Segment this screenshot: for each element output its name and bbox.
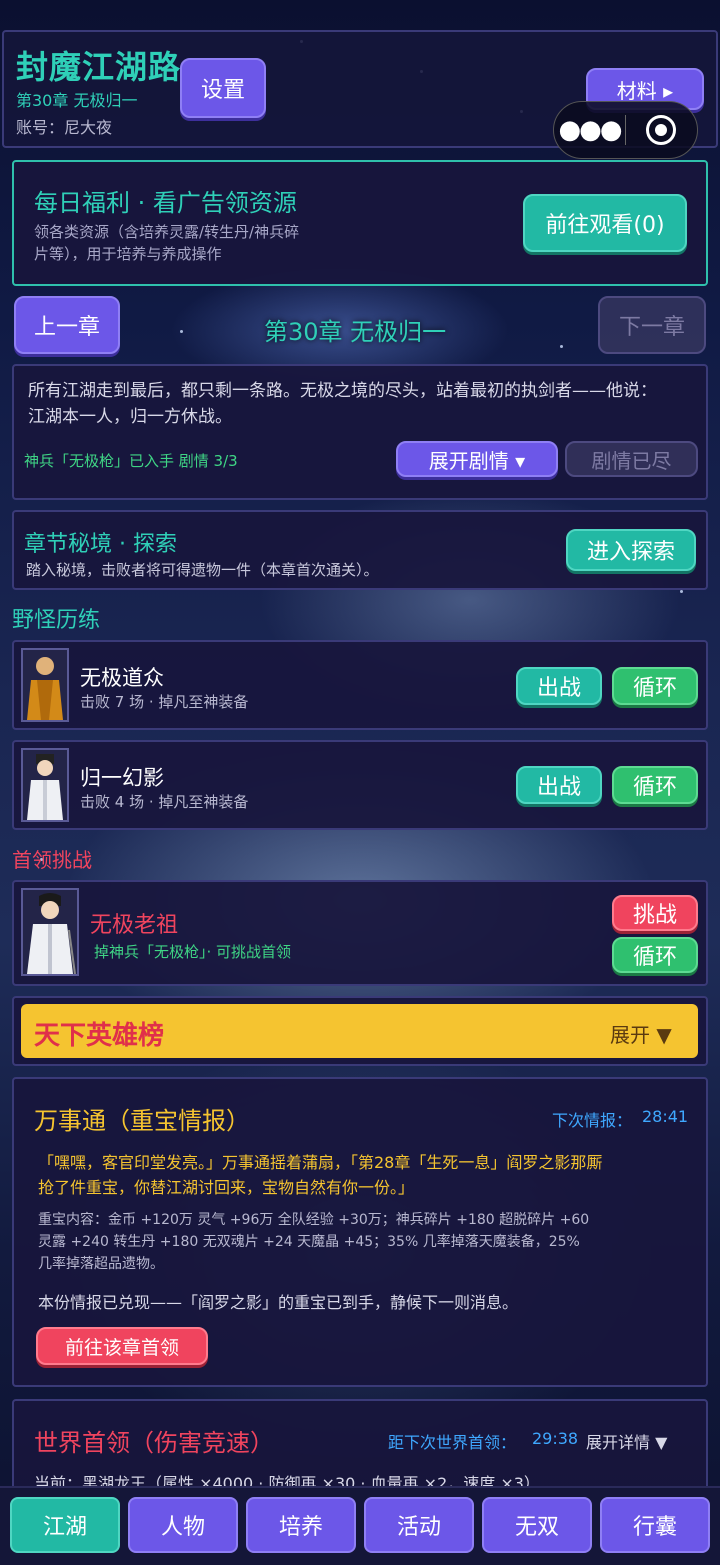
watch-ad-button[interactable]: 前往观看(0) bbox=[523, 194, 687, 252]
daily-desc-1: 领各类资源（含培养灵露/转生丹/神兵碎 bbox=[34, 223, 300, 241]
more-icon[interactable]: ●●● bbox=[554, 102, 625, 158]
intel-content-1: 重宝内容：金币 +120万 灵气 +96万 全队经验 +30万；神兵碎片 +18… bbox=[38, 1212, 590, 1228]
next-chapter-button[interactable]: 下一章 bbox=[598, 296, 706, 354]
secret-desc: 踏入秘境，击败者将可得遗物一件（本章首次通关）。 bbox=[26, 561, 379, 579]
close-target-icon[interactable] bbox=[626, 102, 697, 158]
story-text-2: 江湖本一人，归一方休战。 bbox=[28, 407, 232, 427]
intel-note: 本份情报已兑现——「阎罗之影」的重宝已到手，静候下一则消息。 bbox=[38, 1293, 519, 1312]
nav-tab-activity[interactable]: 活动 bbox=[364, 1497, 474, 1553]
chapter-subtitle: 第30章 无极归一 bbox=[16, 91, 138, 110]
star bbox=[180, 330, 183, 333]
monster-desc: 击败 4 场 · 掉凡至神装备 bbox=[80, 793, 249, 811]
daily-desc-2: 片等），用于培养与养成操作 bbox=[34, 245, 222, 263]
monster-desc: 击败 7 场 · 掉凡至神装备 bbox=[80, 693, 249, 711]
ranking-expand[interactable]: 展开 ▼ bbox=[610, 1019, 672, 1048]
challenge-button[interactable]: 挑战 bbox=[612, 895, 698, 931]
boss-loop-button[interactable]: 循环 bbox=[612, 937, 698, 973]
nav-tab-wushuang[interactable]: 无双 bbox=[482, 1497, 592, 1553]
monster-avatar bbox=[21, 648, 69, 722]
daily-title: 每日福利 · 看广告领资源 bbox=[34, 189, 297, 217]
prev-chapter-button[interactable]: 上一章 bbox=[14, 296, 120, 354]
ranking-title: 天下英雄榜 bbox=[34, 1021, 165, 1051]
world-boss-timer-label: 距下次世界首领： bbox=[388, 1433, 517, 1452]
explore-button[interactable]: 进入探索 bbox=[566, 529, 696, 571]
intel-content-2: 灵露 +240 转生丹 +180 无双魂片 +24 天魔晶 +45；35% 几率… bbox=[38, 1234, 580, 1250]
story-ended-button[interactable]: 剧情已尽 bbox=[565, 441, 698, 477]
story-status: 神兵「无极枪」已入手 剧情 3/3 bbox=[24, 452, 238, 470]
secret-title: 章节秘境 · 探索 bbox=[24, 532, 177, 557]
settings-button[interactable]: 设置 bbox=[180, 58, 266, 118]
monster-name: 无极道众 bbox=[80, 666, 164, 690]
boss-desc: 掉神兵「无极枪」· 可挑战首领 bbox=[94, 943, 292, 961]
game-title: 封魔江湖路 bbox=[16, 48, 182, 86]
account-label: 账号：尼大夜 bbox=[16, 118, 113, 137]
intel-timer-value: 28:41 bbox=[642, 1107, 689, 1126]
capsule-menu: ●●● bbox=[553, 101, 698, 159]
intel-quote-2: 抢了件重宝，你替江湖讨回来，宝物自然有你一份。」 bbox=[38, 1178, 415, 1197]
world-boss-expand[interactable]: 展开详情 ▼ bbox=[586, 1429, 667, 1453]
intel-content-3: 几率掉落超品遗物。 bbox=[38, 1256, 164, 1272]
nav-tab-train[interactable]: 培养 bbox=[246, 1497, 356, 1553]
nav-tab-bag[interactable]: 行囊 bbox=[600, 1497, 710, 1553]
monster-name: 归一幻影 bbox=[80, 766, 164, 790]
star bbox=[680, 590, 683, 593]
monster-avatar bbox=[21, 748, 69, 822]
intel-quote-1: 「嘿嘿，客官印堂发亮。」万事通摇着蒲扇，「第28章「生死一息」阎罗之影那厮 bbox=[38, 1153, 603, 1172]
chapter-title: 第30章 无极归一 bbox=[264, 318, 447, 346]
boss-avatar bbox=[21, 888, 79, 976]
boss-section-title: 首领挑战 bbox=[12, 848, 92, 872]
intel-timer-label: 下次情报： bbox=[552, 1111, 633, 1130]
intel-title: 万事通（重宝情报） bbox=[34, 1107, 250, 1135]
goto-boss-button[interactable]: 前往该章首领 bbox=[36, 1327, 208, 1365]
story-text-1: 所有江湖走到最后，都只剩一条路。无极之境的尽头，站着最初的执剑者——他说： bbox=[28, 381, 657, 401]
boss-name: 无极老祖 bbox=[90, 913, 179, 938]
world-boss-title: 世界首领（伤害竞速） bbox=[34, 1429, 274, 1457]
star bbox=[560, 345, 563, 348]
expand-story-button[interactable]: 展开剧情 ▾ bbox=[396, 441, 558, 477]
world-boss-timer-value: 29:38 bbox=[532, 1429, 579, 1448]
nav-tab-character[interactable]: 人物 bbox=[128, 1497, 238, 1553]
loop-button[interactable]: 循环 bbox=[612, 766, 698, 804]
nav-tab-jianghu[interactable]: 江湖 bbox=[10, 1497, 120, 1553]
loop-button[interactable]: 循环 bbox=[612, 667, 698, 705]
fight-button[interactable]: 出战 bbox=[516, 667, 602, 705]
wild-section-title: 野怪历练 bbox=[12, 608, 101, 633]
fight-button[interactable]: 出战 bbox=[516, 766, 602, 804]
